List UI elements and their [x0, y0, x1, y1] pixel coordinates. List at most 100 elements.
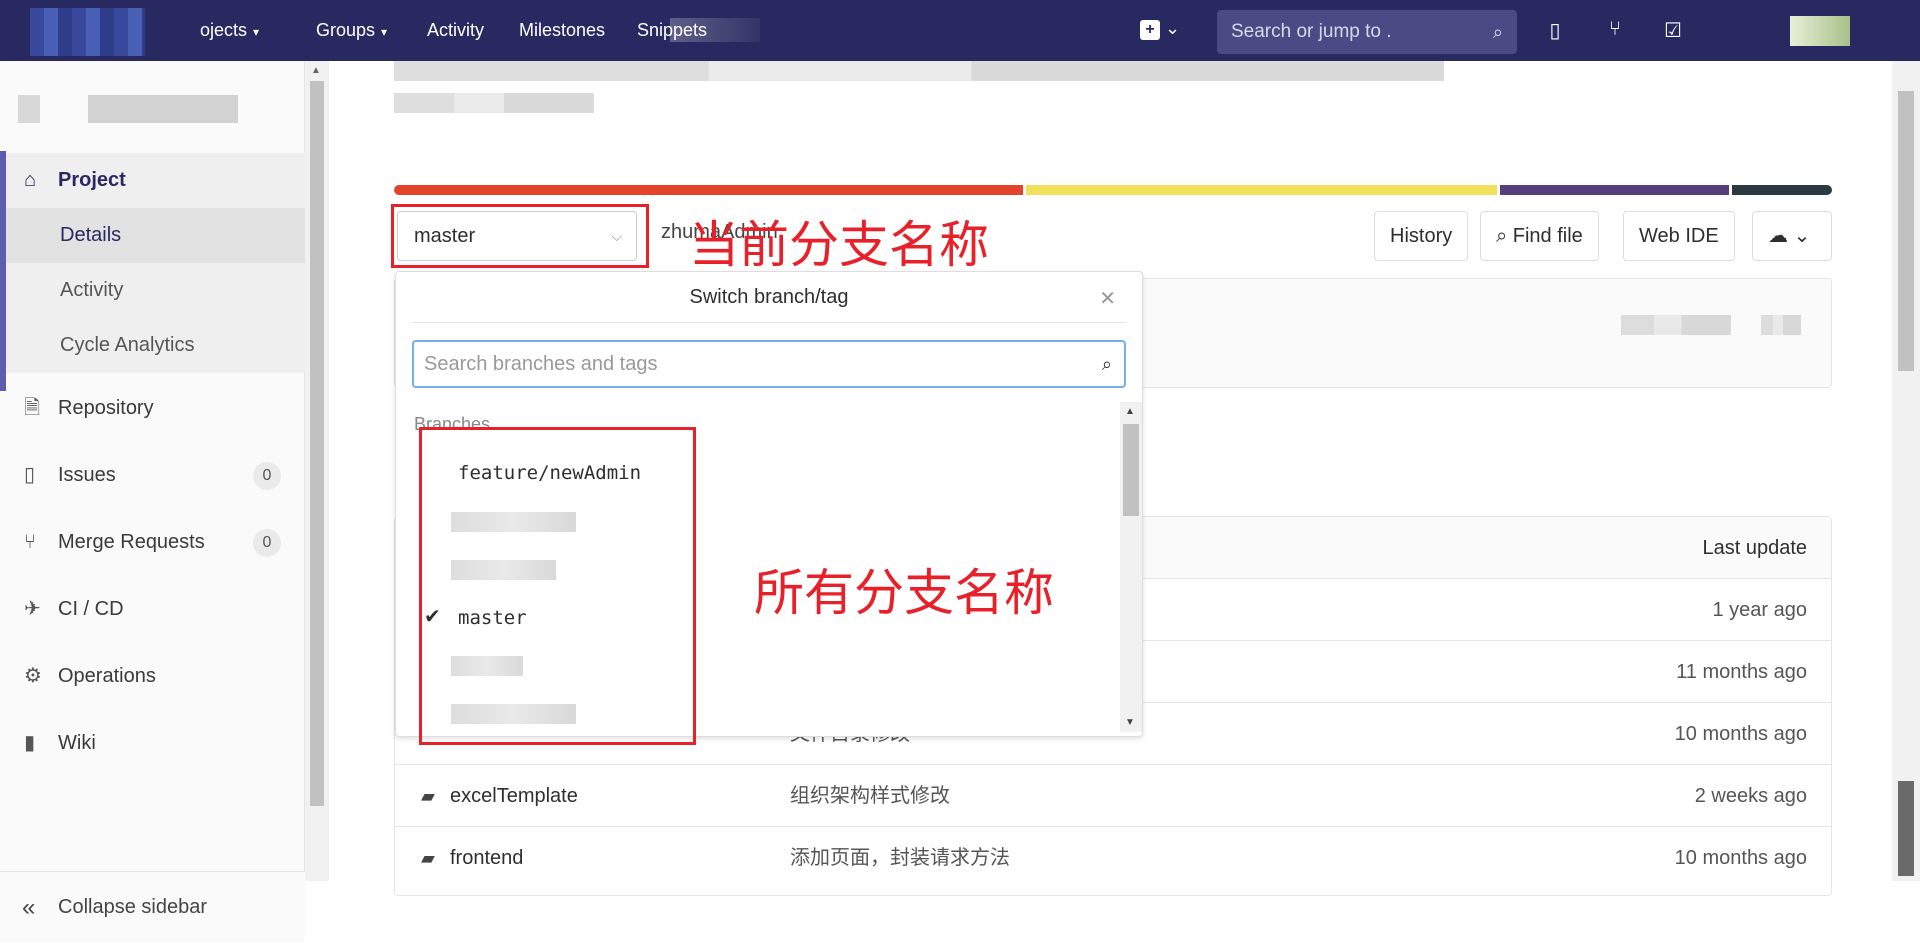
issues-icon: ▯ — [24, 464, 36, 486]
commit-message[interactable]: 添加页面，封装请求方法 — [790, 827, 1010, 889]
sidebar-item-label: Operations — [58, 665, 156, 687]
last-update-date: 1 year ago — [1712, 599, 1807, 621]
last-update-header: Last update — [1702, 537, 1807, 559]
sidebar-item-label: CI / CD — [58, 598, 124, 620]
find-file-button[interactable]: ⌕ Find file — [1480, 211, 1599, 261]
nav-milestones[interactable]: Milestones — [519, 0, 605, 61]
find-file-label: Find file — [1512, 225, 1583, 247]
redacted-description — [394, 93, 594, 113]
folder-icon: ▰ — [421, 786, 435, 806]
redacted-description — [394, 61, 1444, 81]
sidebar-subitem-details[interactable]: Details — [6, 208, 305, 263]
sidebar-scrollbar[interactable]: ▲ — [305, 61, 329, 881]
chevron-down-icon: ▾ — [381, 25, 388, 39]
merge-request-icon: ⑂ — [24, 531, 36, 553]
nav-projects[interactable]: ojects ▾ — [200, 0, 259, 61]
scrollbar-thumb[interactable] — [1898, 91, 1914, 371]
home-icon: ⌂ — [24, 169, 37, 191]
nav-projects-label: ojects — [200, 20, 248, 40]
dropdown-scrollbar[interactable]: ▲ ▼ — [1120, 402, 1142, 732]
divider — [412, 322, 1126, 323]
collapse-label: Collapse sidebar — [58, 896, 207, 918]
language-bar — [394, 185, 1832, 195]
last-update-date: 2 weeks ago — [1694, 785, 1807, 807]
download-button[interactable]: ☁ ⌄ — [1752, 211, 1832, 261]
sidebar-item-label: Repository — [58, 397, 154, 419]
search-icon: ⌕ — [1101, 354, 1112, 374]
close-icon[interactable]: ✕ — [1099, 286, 1116, 311]
language-segment — [1731, 185, 1832, 195]
search-input[interactable]: Search or jump to . ⌕ — [1217, 10, 1517, 54]
chevron-down-icon: ⌄ — [1165, 18, 1181, 38]
todo-icon[interactable]: ☑ — [1660, 18, 1686, 44]
sidebar-item-operations[interactable]: ⚙ Operations — [0, 649, 305, 704]
nav-groups-label: Groups — [316, 20, 376, 40]
issues-icon[interactable]: ▯ — [1542, 18, 1568, 44]
sidebar-item-label: Project — [58, 169, 126, 191]
sidebar-item-repository[interactable]: 🗎 Repository — [0, 381, 305, 436]
project-name-redacted[interactable] — [18, 95, 238, 123]
cloud-gear-icon: ⚙ — [24, 665, 42, 687]
nav-groups[interactable]: Groups ▾ — [316, 0, 387, 61]
issues-count-badge: 0 — [253, 462, 281, 490]
top-navbar: ojects▾ Groups▾ Activity Milestones Snip… — [0, 0, 1920, 61]
new-dropdown-button[interactable]: + ⌄ — [1140, 18, 1192, 44]
web-ide-button[interactable]: Web IDE — [1623, 211, 1735, 261]
dropdown-title: Switch branch/tag — [689, 286, 849, 308]
nav-activity[interactable]: Activity — [427, 0, 484, 61]
collapse-sidebar-button[interactable]: « Collapse sidebar — [0, 871, 305, 942]
rocket-icon: ✈ — [24, 598, 41, 620]
last-update-date: 10 months ago — [1674, 847, 1807, 869]
scroll-down-icon: ▼ — [1125, 717, 1135, 728]
language-segment — [1025, 185, 1498, 195]
project-sidebar: ⌂ Project Details Activity Cycle Analyti… — [0, 61, 305, 942]
annotation-all-branches: 所有分支名称 — [754, 564, 1054, 622]
sidebar-item-label: Issues — [58, 464, 116, 486]
annotation-box-all-branches — [419, 427, 696, 745]
book-icon: ▮ — [24, 732, 36, 754]
active-section-bar — [0, 151, 6, 391]
redacted-commit — [1621, 315, 1731, 335]
scroll-up-icon: ▲ — [311, 65, 321, 76]
scroll-up-icon: ▲ — [1125, 406, 1135, 417]
history-button[interactable]: History — [1374, 211, 1469, 261]
gitlab-logo[interactable] — [30, 8, 145, 56]
sidebar-item-merge-requests[interactable]: ⑂ Merge Requests 0 — [0, 515, 305, 570]
branch-search-input[interactable]: Search branches and tags ⌕ — [412, 340, 1126, 388]
double-chevron-left-icon: « — [22, 894, 36, 921]
file-name[interactable]: excelTemplate — [450, 765, 578, 827]
annotation-current-branch: 当前分支名称 — [689, 216, 989, 274]
annotation-box-current-branch — [391, 204, 649, 268]
sidebar-item-label: Merge Requests — [58, 531, 205, 553]
sidebar-subitem-cycle-analytics[interactable]: Cycle Analytics — [6, 318, 305, 373]
sidebar-item-wiki[interactable]: ▮ Wiki — [0, 716, 305, 771]
sidebar-item-issues[interactable]: ▯ Issues 0 — [0, 448, 305, 503]
folder-icon: ▰ — [421, 848, 435, 868]
file-name[interactable]: frontend — [450, 827, 523, 889]
last-update-date: 10 months ago — [1674, 723, 1807, 745]
search-placeholder: Search or jump to . — [1231, 21, 1392, 42]
redacted-commit — [1761, 315, 1801, 335]
table-row[interactable]: ▰ frontend 添加页面，封装请求方法 10 months ago — [395, 827, 1831, 889]
mr-count-badge: 0 — [253, 529, 281, 557]
scrollbar-thumb[interactable] — [310, 81, 324, 806]
sidebar-subitem-activity[interactable]: Activity — [6, 263, 305, 318]
scrollbar-marker — [1898, 781, 1914, 876]
branch-search-placeholder: Search branches and tags — [424, 353, 658, 375]
chevron-down-icon: ⌄ — [1793, 225, 1811, 247]
avatar[interactable] — [1790, 16, 1850, 46]
sidebar-item-project[interactable]: ⌂ Project — [0, 153, 305, 208]
table-row[interactable]: ▰ excelTemplate 组织架构样式修改 2 weeks ago — [395, 765, 1831, 827]
scrollbar-thumb[interactable] — [1123, 424, 1139, 516]
commit-message[interactable]: 组织架构样式修改 — [790, 765, 950, 827]
chevron-down-icon: ▾ — [253, 25, 260, 39]
file-icon: 🗎 — [24, 397, 41, 419]
cloud-download-icon: ☁ — [1768, 225, 1788, 247]
merge-request-icon[interactable]: ⑂ — [1602, 18, 1628, 44]
plus-icon: + — [1140, 20, 1160, 40]
page-scrollbar[interactable] — [1892, 61, 1920, 881]
sidebar-item-label: Wiki — [58, 732, 96, 754]
search-icon: ⌕ — [1496, 225, 1513, 247]
search-icon: ⌕ — [1492, 22, 1503, 42]
sidebar-item-cicd[interactable]: ✈ CI / CD — [0, 582, 305, 637]
